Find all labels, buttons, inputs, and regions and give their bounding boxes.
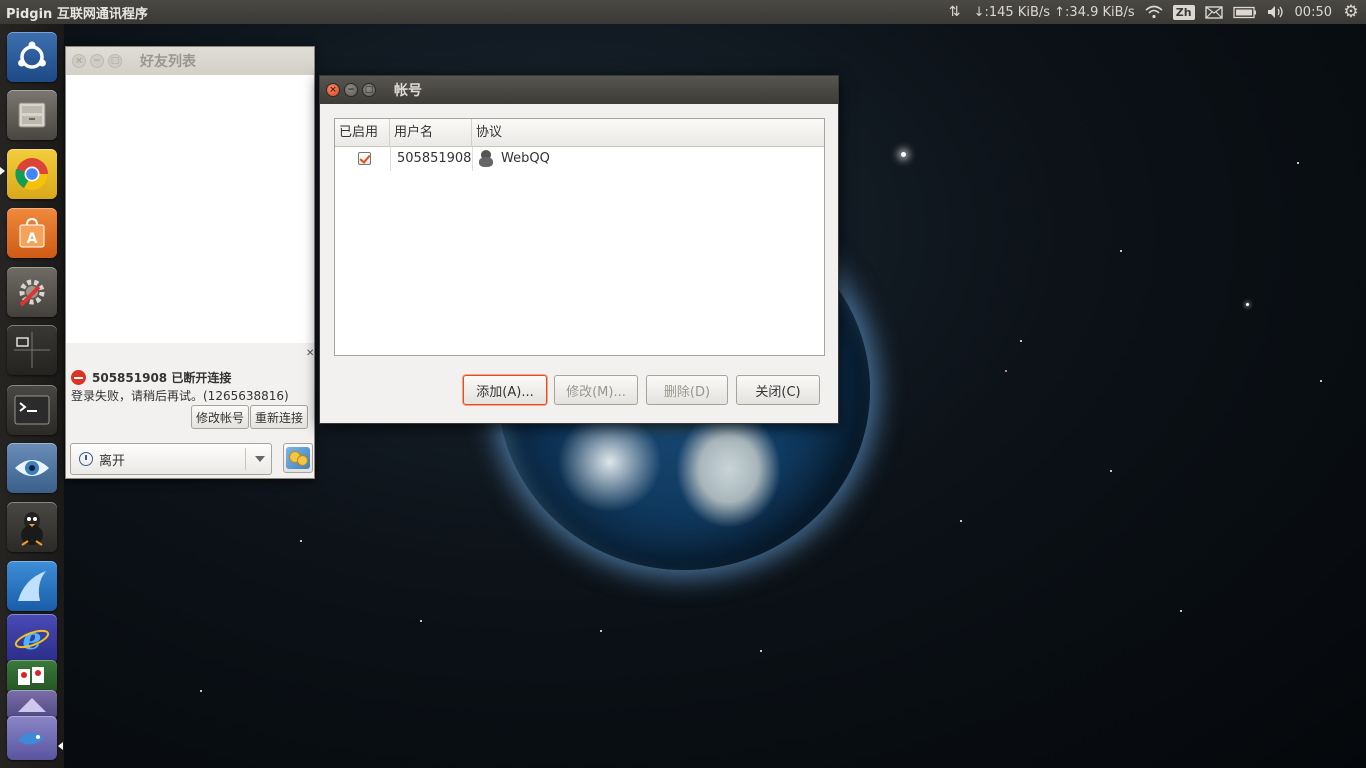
- input-method-indicator[interactable]: Zh: [1172, 3, 1195, 21]
- table-row[interactable]: 505851908 WebQQ: [335, 147, 824, 171]
- accounts-table: 已启用 用户名 协议 505851908 WebQQ: [334, 118, 825, 356]
- accounts-dialog: × − □ 帐号 已启用 用户名 协议 505851908 WebQQ 添加(A…: [319, 75, 839, 424]
- buddy-list-window: × − □ 好友列表 ✕ 505851908 已断开连接 登录失败，请稍后再试。…: [65, 46, 315, 479]
- gear-icon[interactable]: ⚙: [1342, 2, 1360, 22]
- clock-icon: [79, 452, 93, 466]
- status-selector[interactable]: 离开: [70, 443, 272, 475]
- error-detail-text: 登录失败，请稍后再试。(1265638816): [71, 389, 289, 403]
- file-manager-icon[interactable]: [7, 90, 57, 140]
- window-title: 帐号: [394, 83, 422, 99]
- qq-penguin-icon: [478, 150, 494, 168]
- svg-text:e: e: [22, 622, 41, 657]
- card-game-icon[interactable]: [7, 660, 57, 694]
- eye-app-icon[interactable]: [7, 443, 57, 493]
- table-header: 已启用 用户名 协议: [335, 119, 824, 147]
- volume-icon[interactable]: [1267, 3, 1285, 21]
- close-icon[interactable]: ×: [326, 83, 340, 97]
- bluefish-icon[interactable]: [7, 716, 57, 760]
- top-panel: Pidgin 互联网通讯程序 ⇅ ↓:145 KiB/s ↑:34.9 KiB/…: [0, 0, 1366, 24]
- buddy-list-titlebar[interactable]: × − □ 好友列表: [66, 47, 314, 75]
- svg-text:A: A: [27, 231, 38, 247]
- reconnect-button[interactable]: 重新连接: [250, 405, 308, 429]
- workspace-switcher-icon[interactable]: [7, 325, 57, 375]
- battery-icon[interactable]: [1232, 3, 1257, 21]
- minimize-icon[interactable]: −: [344, 83, 358, 97]
- network-speed[interactable]: ↓:145 KiB/s ↑:34.9 KiB/s: [974, 5, 1135, 20]
- modify-account-button[interactable]: 修改(M)...: [554, 375, 638, 405]
- terminal-icon[interactable]: [7, 385, 57, 435]
- minimize-icon[interactable]: −: [90, 54, 104, 68]
- column-header-protocol[interactable]: 协议: [472, 119, 824, 147]
- buddy-icon: [286, 447, 310, 469]
- column-header-username[interactable]: 用户名: [390, 119, 472, 147]
- clock[interactable]: 00:50: [1295, 5, 1332, 20]
- chevron-down-icon: [255, 456, 265, 462]
- column-header-enabled[interactable]: 已启用: [335, 119, 390, 147]
- delete-account-button[interactable]: 删除(D): [646, 375, 728, 405]
- transfer-arrows-icon[interactable]: ⇅: [946, 3, 964, 21]
- launcher: A e: [0, 24, 64, 768]
- ubuntu-dash-icon[interactable]: [7, 32, 57, 82]
- ie-icon[interactable]: e: [7, 614, 57, 664]
- pidgin-icon[interactable]: [7, 502, 57, 552]
- chrome-icon[interactable]: [7, 149, 57, 199]
- buddy-list-area[interactable]: [66, 75, 314, 343]
- wifi-icon[interactable]: [1145, 3, 1163, 21]
- enabled-checkbox[interactable]: [358, 152, 371, 165]
- maximize-icon[interactable]: □: [108, 54, 122, 68]
- active-app-title: Pidgin 互联网通讯程序: [6, 7, 148, 22]
- software-center-icon[interactable]: A: [7, 208, 57, 258]
- close-icon[interactable]: ×: [72, 54, 86, 68]
- error-title-text: 505851908 已断开连接: [92, 371, 232, 385]
- mail-icon[interactable]: [1204, 3, 1223, 21]
- protocol-cell: WebQQ: [501, 151, 550, 166]
- error-icon: [71, 370, 86, 385]
- status-value: 离开: [99, 453, 126, 469]
- modify-account-button[interactable]: 修改帐号: [191, 405, 249, 429]
- username-cell: 505851908: [397, 151, 472, 166]
- connection-error-title: 505851908 已断开连接: [71, 369, 231, 386]
- mood-button[interactable]: [283, 443, 313, 473]
- maximize-icon[interactable]: □: [362, 83, 376, 97]
- close-icon[interactable]: ✕: [306, 348, 314, 359]
- system-settings-icon[interactable]: [7, 267, 57, 317]
- window-title: 好友列表: [140, 54, 196, 70]
- close-dialog-button[interactable]: 关闭(C): [736, 375, 820, 405]
- add-account-button[interactable]: 添加(A)...: [463, 375, 547, 405]
- accounts-titlebar[interactable]: × − □ 帐号: [320, 76, 838, 104]
- input-method-label: Zh: [1172, 4, 1195, 20]
- shark-app-icon[interactable]: [7, 561, 57, 611]
- indicator-area: ⇅ ↓:145 KiB/s ↑:34.9 KiB/s Zh 00:50 ⚙: [946, 0, 1360, 24]
